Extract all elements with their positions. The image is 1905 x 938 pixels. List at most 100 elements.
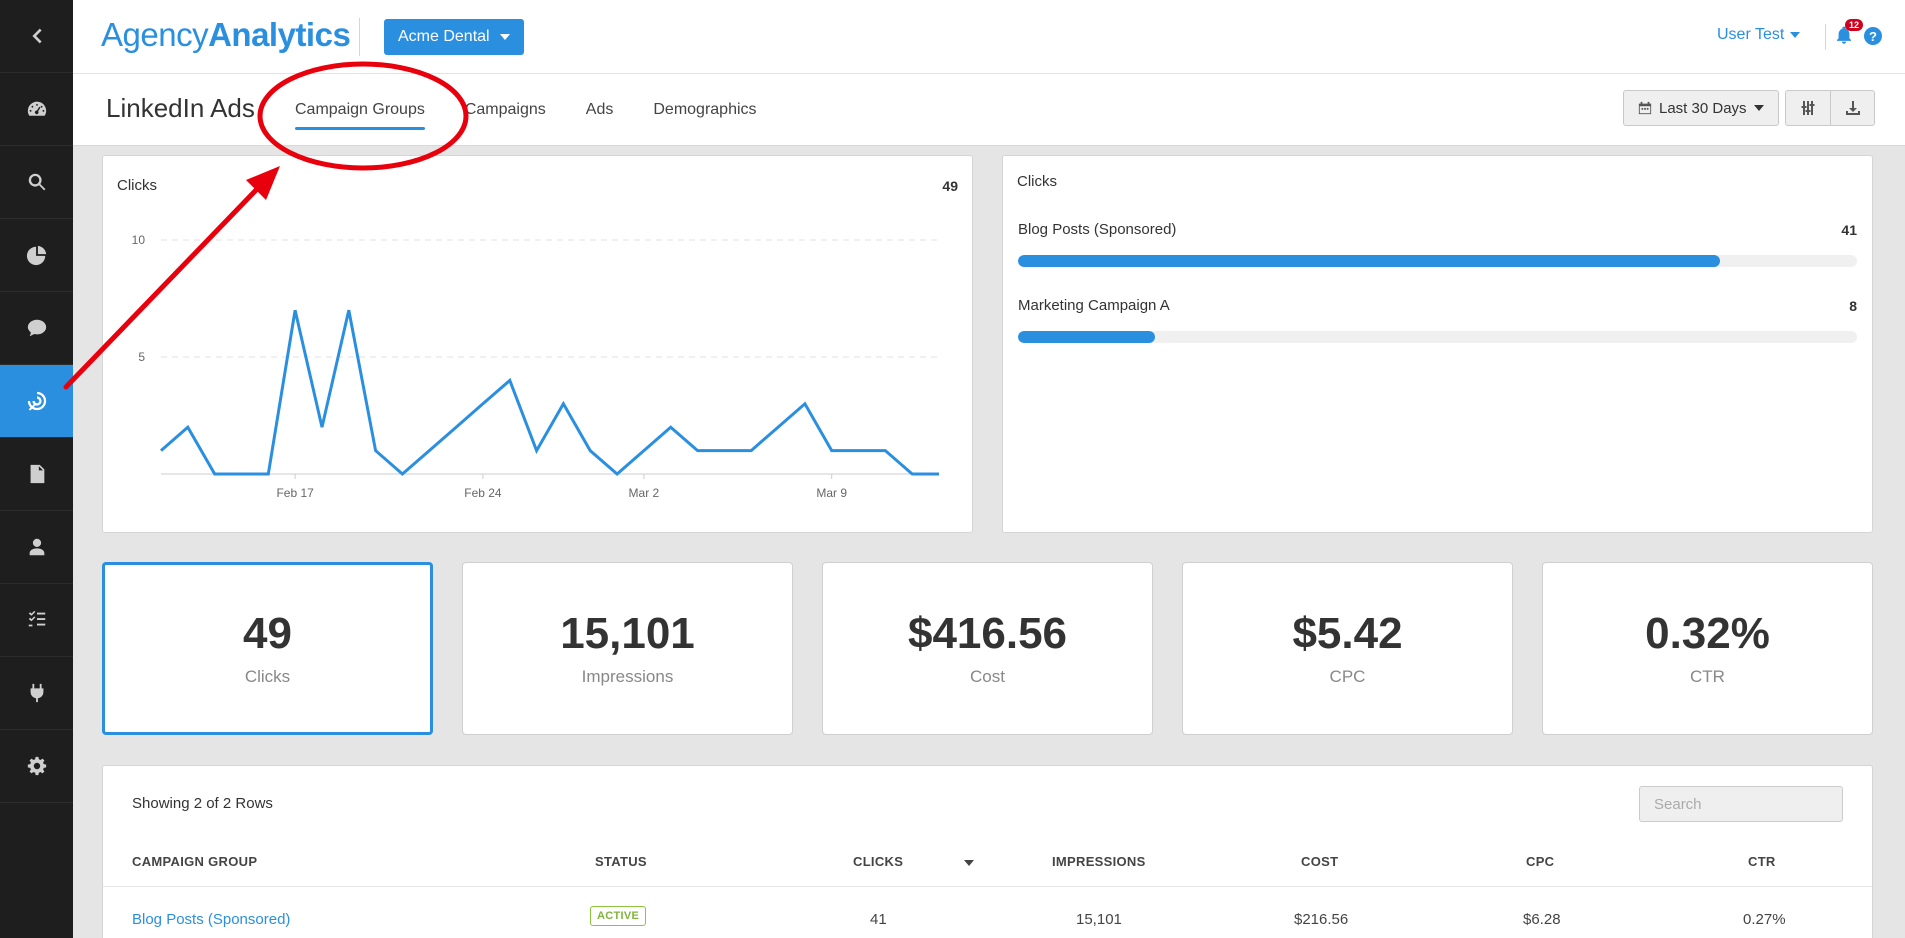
user-menu[interactable]: User Test bbox=[1717, 26, 1801, 44]
status-badge: ACTIVE bbox=[590, 906, 647, 926]
x-tick-label: Feb 24 bbox=[464, 486, 502, 500]
sidebar-item-integrations[interactable] bbox=[0, 657, 73, 730]
date-range-button[interactable]: Last 30 Days bbox=[1623, 90, 1779, 126]
cell-clicks: 41 bbox=[870, 911, 887, 928]
sidebar-item-search[interactable] bbox=[0, 146, 73, 219]
tab-campaigns[interactable]: Campaigns bbox=[465, 74, 546, 146]
campaign-group-link[interactable]: Blog Posts (Sponsored) bbox=[132, 911, 290, 928]
plug-icon bbox=[30, 683, 43, 703]
tab-campaign-groups[interactable]: Campaign Groups bbox=[295, 74, 425, 146]
sidebar-back[interactable] bbox=[0, 0, 73, 73]
calendar-icon bbox=[1638, 101, 1652, 115]
help-icon[interactable]: ? bbox=[1864, 27, 1882, 45]
client-selector-button[interactable]: Acme Dental bbox=[384, 19, 524, 55]
page-title: LinkedIn Ads bbox=[106, 93, 255, 123]
sidebar-item-dashboard[interactable] bbox=[0, 73, 73, 146]
cell-cost: $216.56 bbox=[1294, 911, 1349, 928]
kpi-value: 0.32% bbox=[1645, 609, 1770, 658]
brand-logo-part2: Analytics bbox=[208, 16, 351, 53]
notification-count-badge: 12 bbox=[1845, 19, 1864, 31]
kpi-card-impressions[interactable]: 15,101 Impressions bbox=[462, 562, 793, 735]
kpi-label: Impressions bbox=[581, 667, 674, 686]
column-header-cost[interactable]: COST bbox=[1301, 854, 1338, 869]
bar-fill-marketing-campaign bbox=[1018, 331, 1155, 343]
sidebar bbox=[0, 0, 73, 938]
cell-cpc: $6.28 bbox=[1523, 911, 1561, 928]
clicks-line-chart-card: Clicks 49 5 10 Feb 17 Feb 24 Mar 2 Mar 9 bbox=[102, 155, 973, 533]
column-header-campaign-group[interactable]: CAMPAIGN GROUP bbox=[132, 854, 257, 869]
tab-bar: Campaign Groups Campaigns Ads Demographi… bbox=[295, 74, 797, 146]
x-tick-label: Feb 17 bbox=[276, 486, 314, 500]
row-count-text: Showing 2 of 2 Rows bbox=[132, 795, 273, 812]
kpi-label: Cost bbox=[970, 667, 1005, 686]
bar-value-blog-posts: 41 bbox=[1841, 222, 1857, 238]
brand-logo-part1: Agency bbox=[101, 16, 209, 53]
sidebar-item-campaigns[interactable] bbox=[0, 365, 73, 438]
clicks-line-chart: 5 10 Feb 17 Feb 24 Mar 2 Mar 9 bbox=[132, 233, 940, 500]
sidebar-item-reports[interactable] bbox=[0, 438, 73, 511]
sidebar-item-messages[interactable] bbox=[0, 292, 73, 365]
kpi-card-cpc[interactable]: $5.42 CPC bbox=[1182, 562, 1513, 735]
tab-demographics[interactable]: Demographics bbox=[653, 74, 756, 146]
kpi-value: $416.56 bbox=[907, 609, 1068, 658]
column-header-ctr[interactable]: CTR bbox=[1748, 854, 1776, 869]
kpi-label: CPC bbox=[1329, 667, 1366, 686]
y-tick-label: 10 bbox=[132, 233, 146, 247]
top-header: AgencyAnalytics Acme Dental User Test 12… bbox=[73, 0, 1905, 74]
sliders-icon bbox=[1801, 101, 1815, 115]
kpi-card-ctr[interactable]: 0.32% CTR bbox=[1542, 562, 1873, 735]
date-range-label: Last 30 Days bbox=[1659, 99, 1747, 117]
target-icon bbox=[27, 391, 46, 411]
column-header-clicks[interactable]: CLICKS bbox=[853, 854, 903, 869]
kpi-value: $5.42 bbox=[1292, 609, 1403, 658]
kpi-label: Clicks bbox=[244, 667, 291, 686]
download-button[interactable] bbox=[1830, 91, 1874, 125]
search-icon bbox=[28, 173, 45, 191]
caret-down-icon bbox=[499, 34, 510, 40]
sidebar-item-settings[interactable] bbox=[0, 730, 73, 803]
client-name: Acme Dental bbox=[398, 28, 490, 45]
bar-label-blog-posts: Blog Posts (Sponsored) bbox=[1018, 221, 1177, 238]
back-chevron-icon bbox=[31, 28, 42, 44]
y-tick-label: 5 bbox=[138, 350, 145, 364]
header-separator bbox=[1825, 24, 1826, 50]
caret-down-icon bbox=[1753, 105, 1764, 111]
customize-button[interactable] bbox=[1786, 91, 1830, 125]
bar-fill-blog-posts bbox=[1018, 255, 1721, 267]
kpi-value: 49 bbox=[243, 609, 292, 658]
table-search-input[interactable] bbox=[1639, 786, 1843, 822]
caret-down-icon bbox=[1790, 32, 1801, 38]
bar-track-marketing-campaign bbox=[1018, 331, 1857, 343]
header-divider bbox=[103, 886, 1872, 887]
brand-logo[interactable]: AgencyAnalytics bbox=[101, 16, 351, 54]
gear-icon bbox=[27, 756, 46, 776]
bar-track-blog-posts bbox=[1018, 255, 1857, 267]
notifications-button[interactable]: 12 bbox=[1834, 19, 1864, 48]
sidebar-item-analytics[interactable] bbox=[0, 219, 73, 292]
task-list-icon bbox=[28, 610, 45, 627]
sort-desc-icon[interactable] bbox=[964, 860, 974, 866]
report-file-icon bbox=[30, 464, 44, 484]
kpi-card-cost[interactable]: $416.56 Cost bbox=[822, 562, 1153, 735]
dashboard-gauge-icon bbox=[27, 101, 46, 116]
column-header-cpc[interactable]: CPC bbox=[1526, 854, 1554, 869]
sidebar-item-users[interactable] bbox=[0, 511, 73, 584]
toolbar-actions bbox=[1785, 90, 1875, 126]
series-line-clicks bbox=[160, 309, 939, 476]
chat-bubble-icon bbox=[27, 319, 46, 337]
sidebar-item-tasks[interactable] bbox=[0, 584, 73, 657]
campaign-groups-table: Showing 2 of 2 Rows CAMPAIGN GROUP STATU… bbox=[102, 765, 1873, 938]
bar-label-marketing-campaign: Marketing Campaign A bbox=[1018, 297, 1170, 314]
column-header-status[interactable]: STATUS bbox=[595, 854, 647, 869]
x-tick-label: Mar 2 bbox=[629, 486, 660, 500]
breakdown-title: Clicks bbox=[1017, 173, 1057, 190]
tab-ads[interactable]: Ads bbox=[586, 74, 614, 146]
page-subheader: LinkedIn Ads Campaign Groups Campaigns A… bbox=[73, 74, 1905, 146]
kpi-card-clicks[interactable]: 49 Clicks bbox=[102, 562, 433, 735]
column-header-impressions[interactable]: IMPRESSIONS bbox=[1052, 854, 1146, 869]
kpi-value: 15,101 bbox=[560, 609, 695, 658]
bar-value-marketing-campaign: 8 bbox=[1849, 298, 1857, 314]
download-icon bbox=[1845, 101, 1860, 115]
x-tick-label: Mar 9 bbox=[816, 486, 847, 500]
pie-chart-icon bbox=[26, 245, 46, 266]
